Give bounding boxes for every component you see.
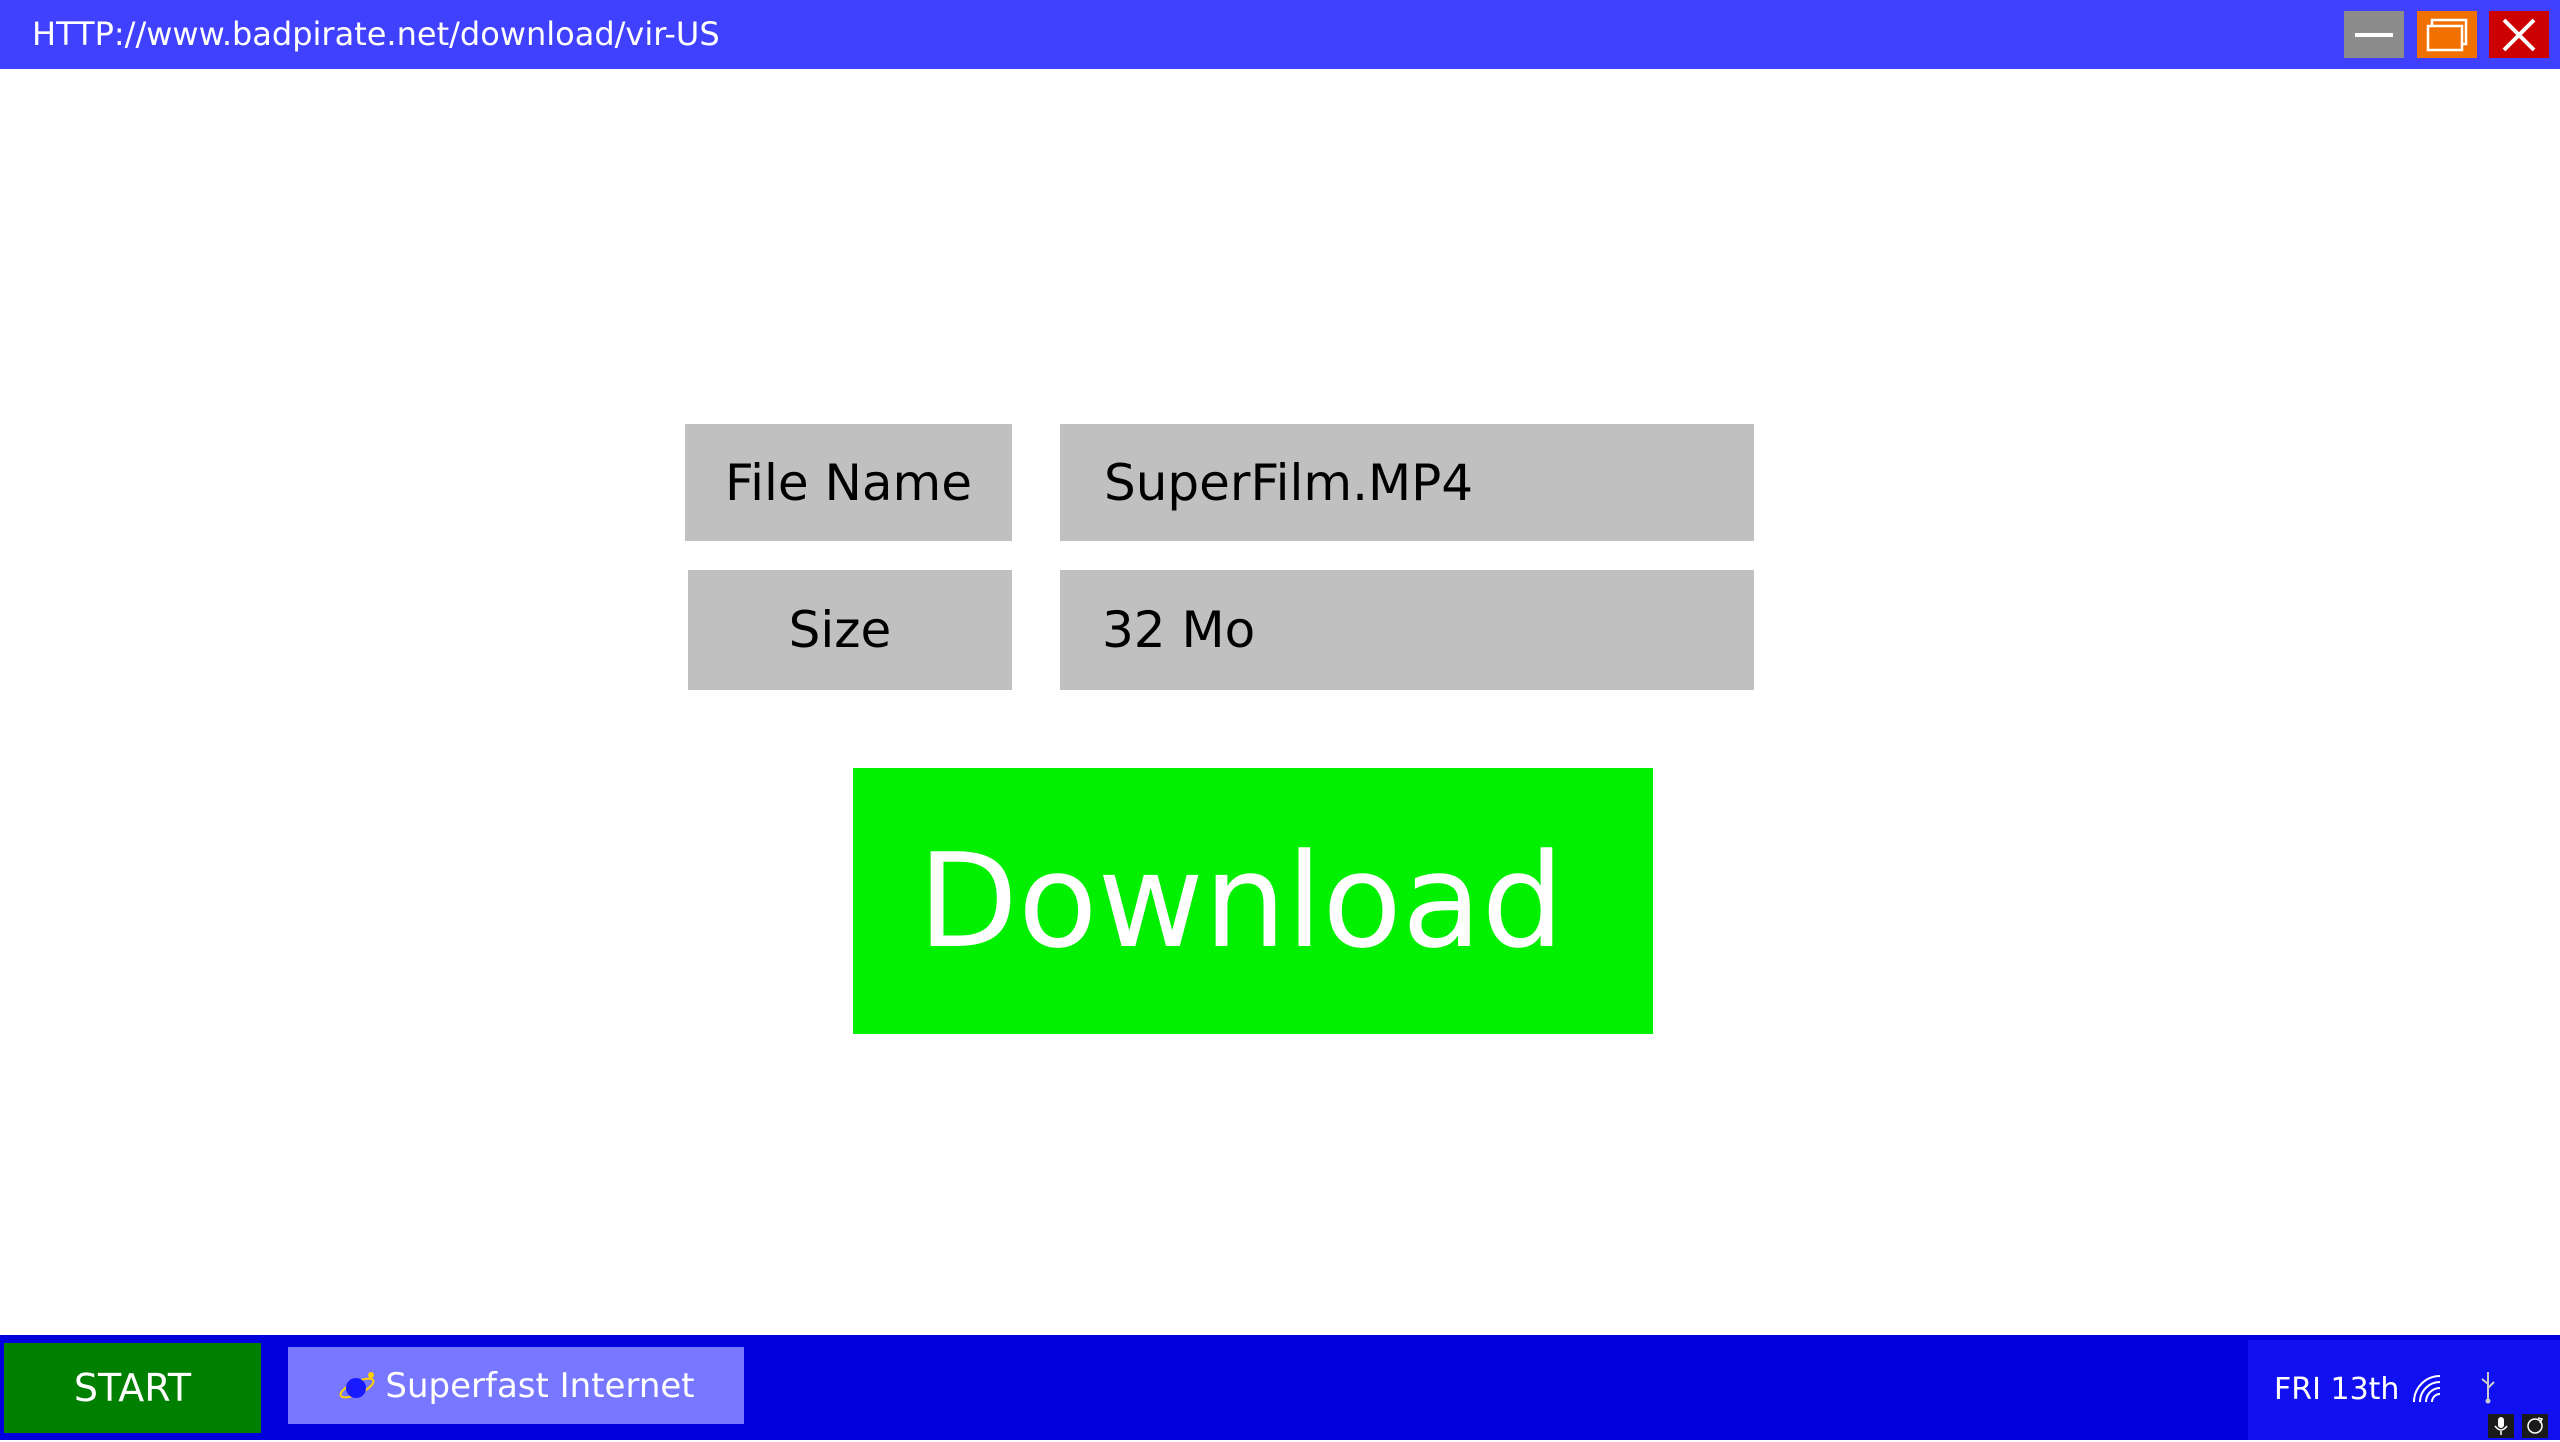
download-button[interactable]: Download: [853, 768, 1653, 1034]
taskbar-item-label: Superfast Internet: [385, 1365, 695, 1406]
tray-date: FRI 13th: [2274, 1372, 2400, 1407]
refresh-tray-button[interactable]: [2522, 1414, 2548, 1438]
taskbar: START Superfast Internet FRI 13th: [0, 1335, 2560, 1440]
taskbar-item-superfast-internet[interactable]: Superfast Internet: [288, 1347, 744, 1424]
maximize-icon: [2426, 18, 2468, 51]
close-button[interactable]: [2489, 11, 2549, 58]
size-value: 32 Mo: [1060, 570, 1754, 690]
start-button[interactable]: START: [4, 1343, 261, 1433]
refresh-icon: [2527, 1417, 2544, 1434]
filename-value: SuperFilm.MP4: [1060, 424, 1754, 541]
window-url: HTTP://www.badpirate.net/download/vir-US: [32, 15, 720, 53]
size-label: Size: [688, 570, 1012, 690]
filename-label: File Name: [685, 424, 1012, 541]
usb-icon[interactable]: [2478, 1370, 2498, 1404]
microphone-tray-button[interactable]: [2488, 1414, 2514, 1438]
minimize-button[interactable]: [2344, 11, 2404, 58]
planet-icon: [339, 1371, 375, 1398]
system-tray: FRI 13th: [2248, 1340, 2560, 1440]
maximize-button[interactable]: [2417, 11, 2477, 58]
wifi-icon[interactable]: [2410, 1372, 2446, 1406]
close-icon: [2502, 18, 2536, 51]
minimize-icon: [2355, 32, 2393, 37]
title-bar: HTTP://www.badpirate.net/download/vir-US: [0, 0, 2560, 69]
microphone-icon: [2494, 1417, 2508, 1435]
